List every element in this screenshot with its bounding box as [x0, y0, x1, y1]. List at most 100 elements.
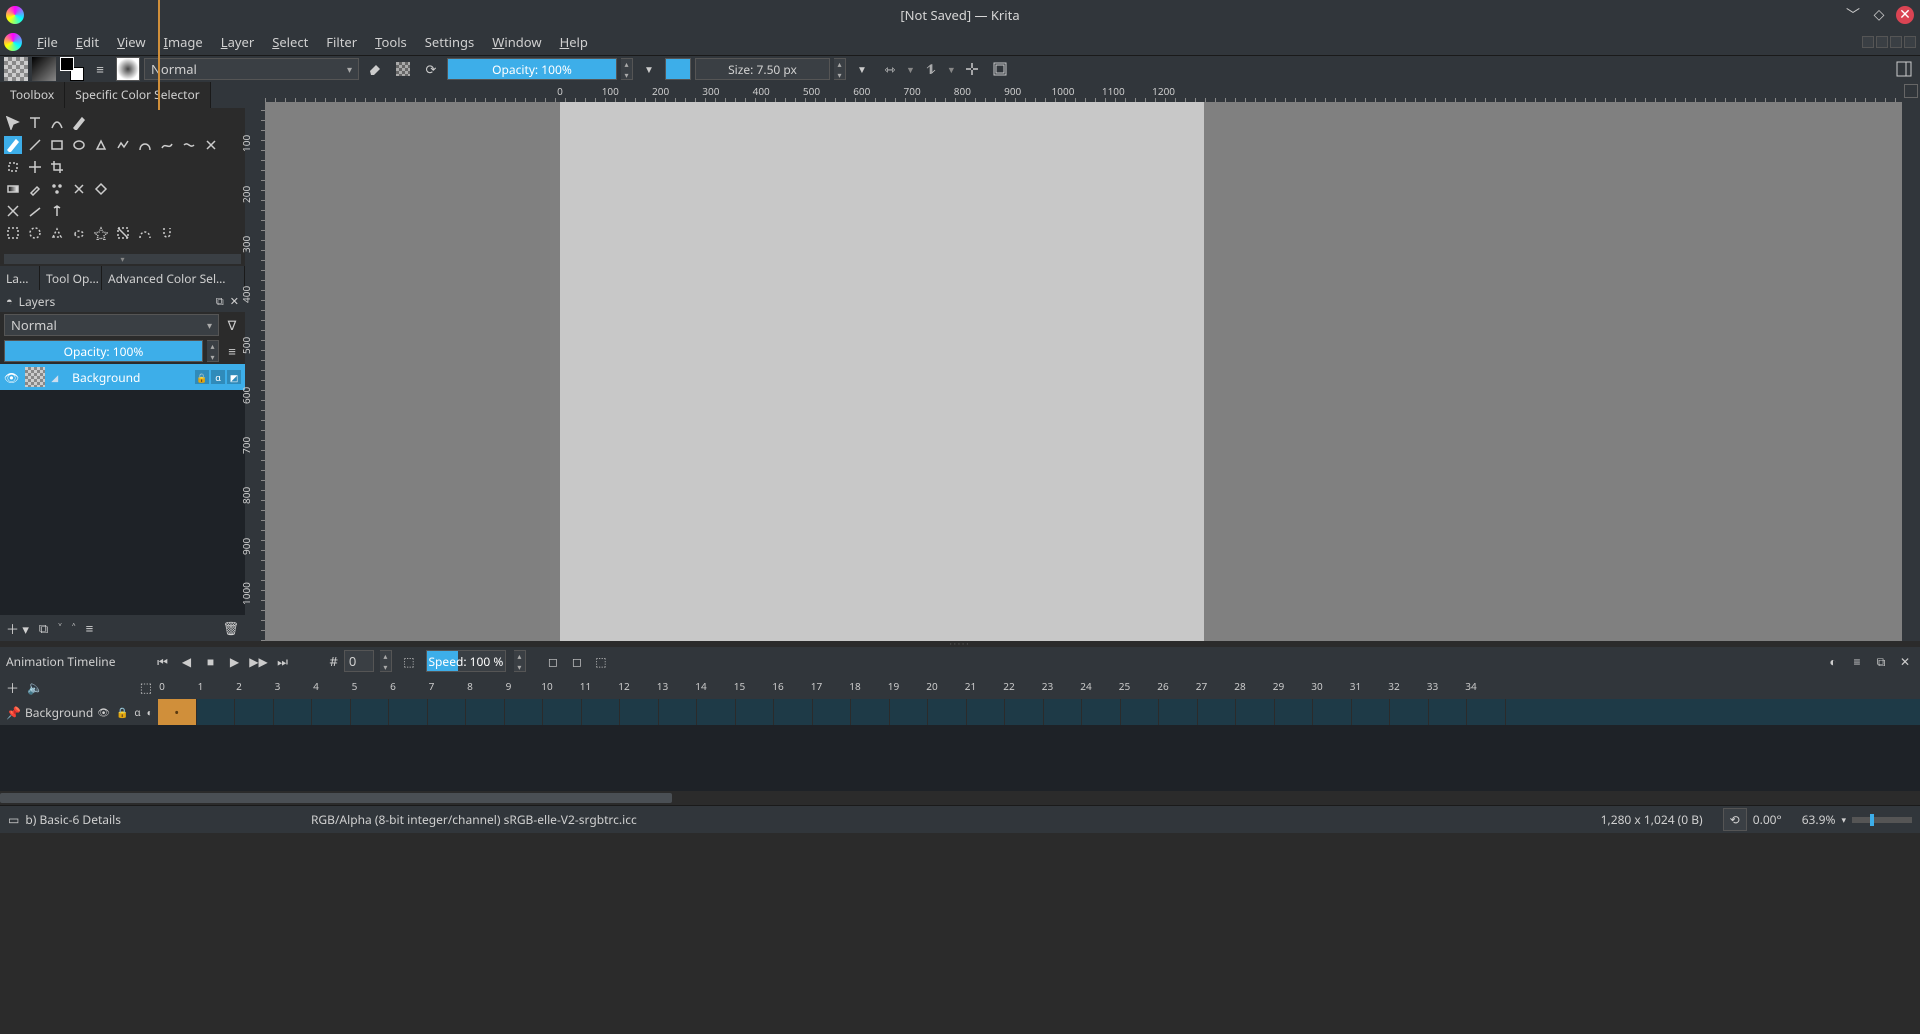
- speed-spinner[interactable]: ▴▾: [514, 650, 526, 672]
- move-up-icon[interactable]: ˄: [72, 619, 76, 637]
- wrap-around-icon[interactable]: [960, 57, 984, 81]
- vertical-ruler[interactable]: 1002003004005006007008009001000: [245, 102, 265, 641]
- layer-properties-icon[interactable]: ≡: [86, 619, 94, 637]
- timeline-ruler[interactable]: 0123456789101112131415161718192021222324…: [158, 675, 1920, 699]
- transform-tool-icon[interactable]: [4, 158, 22, 176]
- autokey-icon[interactable]: ◐: [1824, 652, 1842, 670]
- gradient-swatch[interactable]: [32, 57, 56, 81]
- contiguous-select-tool-icon[interactable]: [92, 224, 110, 242]
- dynamic-brush-tool-icon[interactable]: [180, 136, 198, 154]
- colorspace-label[interactable]: RGB/Alpha (8-bit integer/channel) sRGB-e…: [311, 811, 637, 828]
- minimize-button[interactable]: ﹀: [1844, 6, 1862, 24]
- pattern-edit-tool-icon[interactable]: [48, 180, 66, 198]
- zoom-slider[interactable]: [1852, 817, 1912, 823]
- menu-help[interactable]: Help: [551, 30, 597, 54]
- tab-specific-color[interactable]: Specific Color Selector: [65, 82, 211, 108]
- timeline-track[interactable]: [158, 699, 1920, 725]
- bezier-select-tool-icon[interactable]: [136, 224, 154, 242]
- timeline-cell[interactable]: [466, 699, 505, 725]
- pin-icon[interactable]: 📌: [6, 704, 21, 721]
- text-tool-icon[interactable]: [26, 114, 44, 132]
- alpha-lock-icon[interactable]: [391, 57, 415, 81]
- timeline-scrollbar[interactable]: [0, 791, 1920, 805]
- timeline-cell[interactable]: [197, 699, 236, 725]
- timeline-cell[interactable]: [697, 699, 736, 725]
- timeline-cell[interactable]: [1313, 699, 1352, 725]
- timeline-cell[interactable]: [351, 699, 390, 725]
- menu-image[interactable]: Image: [155, 30, 212, 54]
- menu-view[interactable]: View: [108, 30, 154, 54]
- timeline-cell[interactable]: [312, 699, 351, 725]
- timeline-cell[interactable]: [1005, 699, 1044, 725]
- freehand-brush-tool-icon[interactable]: [4, 136, 22, 154]
- next-frame-icon[interactable]: ▶▶: [250, 652, 268, 670]
- playhead[interactable]: [158, 0, 160, 110]
- tab-toolbox[interactable]: Toolbox: [0, 82, 65, 108]
- rectangle-tool-icon[interactable]: [48, 136, 66, 154]
- timeline-cell[interactable]: [890, 699, 929, 725]
- multibrush-tool-icon[interactable]: [202, 136, 220, 154]
- timeline-cell[interactable]: [1390, 699, 1429, 725]
- drop-frames-icon[interactable]: ⬚: [400, 652, 418, 670]
- timeline-cell[interactable]: [813, 699, 852, 725]
- track-vis-icon[interactable]: 👁: [97, 705, 110, 719]
- brush-settings-icon[interactable]: ≡: [88, 57, 112, 81]
- play-icon[interactable]: ▶: [226, 652, 244, 670]
- close-dock-icon[interactable]: ✕: [230, 294, 239, 309]
- bezier-tool-icon[interactable]: [136, 136, 154, 154]
- move-tool-icon[interactable]: [4, 114, 22, 132]
- delete-layer-icon[interactable]: 🗑: [222, 619, 239, 637]
- layer-opacity-spinner[interactable]: ▴▾: [207, 340, 219, 362]
- dock-btn-2[interactable]: [1876, 36, 1888, 48]
- move-down-icon[interactable]: ˅: [58, 619, 62, 637]
- crop-tool-icon[interactable]: [48, 158, 66, 176]
- timeline-cell[interactable]: [967, 699, 1006, 725]
- polygon-tool-icon[interactable]: [92, 136, 110, 154]
- eraser-mode-icon[interactable]: [363, 57, 387, 81]
- speed-slider[interactable]: Speed: 100 %: [426, 650, 506, 672]
- timeline-cell[interactable]: [1198, 699, 1237, 725]
- smart-patch-tool-icon[interactable]: [70, 180, 88, 198]
- right-dock-toggle[interactable]: [1904, 84, 1918, 98]
- alpha-icon[interactable]: α: [211, 370, 225, 384]
- opacity-menu-icon[interactable]: ▼: [637, 57, 661, 81]
- timeline-cell[interactable]: [1275, 699, 1314, 725]
- similar-select-tool-icon[interactable]: [114, 224, 132, 242]
- freehand-select-tool-icon[interactable]: [70, 224, 88, 242]
- brush-preview[interactable]: [116, 57, 140, 81]
- horizontal-ruler[interactable]: 0100200300400500600700800900100011001200: [265, 82, 1902, 102]
- move-layer-tool-icon[interactable]: [26, 158, 44, 176]
- add-layer-icon[interactable]: ＋ ▾: [6, 619, 29, 638]
- size-menu-icon[interactable]: ▼: [850, 57, 874, 81]
- canvas[interactable]: [560, 102, 1204, 641]
- timeline-cell[interactable]: [1352, 699, 1391, 725]
- layer-blend-combo[interactable]: Normal ▾: [4, 314, 219, 336]
- timeline-cell[interactable]: [158, 699, 197, 725]
- timeline-cell[interactable]: [274, 699, 313, 725]
- frame-number-input[interactable]: 0: [344, 650, 374, 672]
- tab-tool-options[interactable]: Tool Op…: [40, 266, 102, 290]
- timeline-cell[interactable]: [582, 699, 621, 725]
- assistant-tool-icon[interactable]: [4, 202, 22, 220]
- scrollbar-thumb[interactable]: [0, 793, 672, 803]
- reference-tool-icon[interactable]: [48, 202, 66, 220]
- magnetic-select-tool-icon[interactable]: [158, 224, 176, 242]
- stop-icon[interactable]: ■: [202, 652, 220, 670]
- timeline-cell[interactable]: [428, 699, 467, 725]
- blend-mode-combo[interactable]: Normal ▾: [144, 58, 359, 80]
- menu-filter[interactable]: Filter: [317, 30, 366, 54]
- timeline-cell[interactable]: [235, 699, 274, 725]
- dock-btn-1[interactable]: [1862, 36, 1874, 48]
- timeline-close-icon[interactable]: ✕: [1896, 652, 1914, 670]
- canvas-viewport[interactable]: [265, 102, 1902, 641]
- opacity-slider[interactable]: Opacity: 100%: [447, 58, 617, 80]
- timeline-settings-icon[interactable]: ⬚: [140, 678, 152, 696]
- size-spinner[interactable]: ▴▾: [834, 58, 846, 80]
- timeline-cell[interactable]: [1429, 699, 1468, 725]
- toolbox-handle[interactable]: ▾: [4, 254, 241, 264]
- add-keyframe-icon[interactable]: ＋: [6, 678, 19, 697]
- color-picker-tool-icon[interactable]: [26, 180, 44, 198]
- menu-file[interactable]: File: [28, 30, 67, 54]
- lock-icon[interactable]: 🔒: [195, 370, 209, 384]
- layer-item-background[interactable]: 👁 ◢ Background 🔒 α ◩: [0, 364, 245, 390]
